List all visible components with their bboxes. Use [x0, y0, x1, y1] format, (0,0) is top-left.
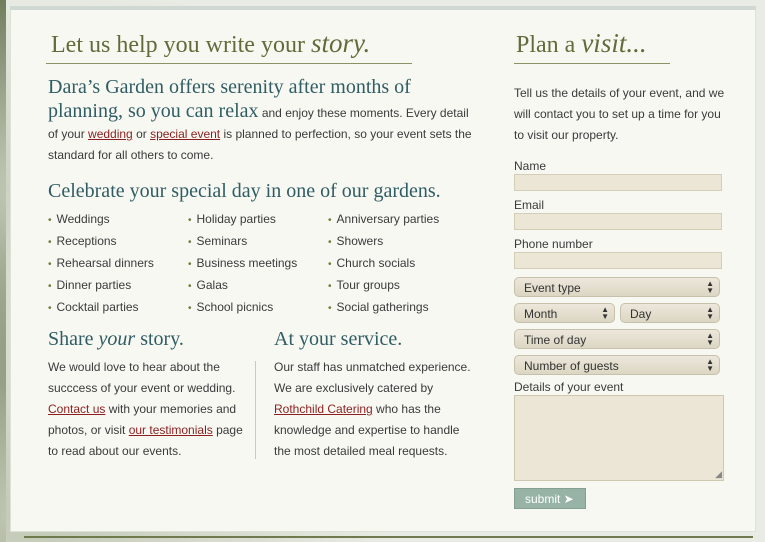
- phone-field[interactable]: [514, 252, 722, 269]
- plan-heading-rule: [514, 63, 670, 64]
- event-type-select[interactable]: Event type ▲ ▼: [514, 277, 720, 297]
- list-item: School picnics: [188, 297, 297, 319]
- select-arrows-icon: ▲ ▼: [706, 305, 714, 321]
- event-type-value: Event type: [524, 281, 581, 295]
- contact-us-link[interactable]: Contact us: [48, 402, 105, 416]
- celebrate-heading: Celebrate your special day in one of our…: [48, 180, 441, 202]
- day-value: Day: [630, 307, 652, 321]
- bottom-rule: [24, 536, 753, 538]
- wedding-link[interactable]: wedding: [88, 127, 133, 141]
- share-text: We would love to hear about the succcess…: [48, 360, 236, 395]
- guests-select[interactable]: Number of guests ▲ ▼: [514, 355, 720, 375]
- email-label: Email: [514, 198, 545, 212]
- share-heading: Share your story.: [48, 328, 184, 351]
- name-field[interactable]: [514, 174, 722, 191]
- testimonials-link[interactable]: our testimonials: [129, 423, 213, 437]
- list-item: Social gatherings: [328, 297, 439, 319]
- list-item: Church socials: [328, 253, 439, 275]
- story-heading-rule: [46, 63, 412, 64]
- service-paragraph: Our staff has unmatched experience. We a…: [274, 357, 479, 462]
- month-select[interactable]: Month ▲ ▼: [514, 303, 615, 323]
- list-item: Cocktail parties: [48, 297, 154, 319]
- month-value: Month: [524, 307, 558, 321]
- list-item: Business meetings: [188, 253, 298, 275]
- events-list-col2: Holiday parties Seminars Business meetin…: [188, 209, 298, 319]
- share-heading-text: Share: [48, 328, 99, 350]
- story-heading-script: story.: [310, 28, 371, 58]
- details-label: Details of your event: [514, 380, 624, 394]
- share-paragraph: We would love to hear about the succcess…: [48, 357, 248, 462]
- time-of-day-value: Time of day: [524, 333, 587, 347]
- catering-link[interactable]: Rothchild Catering: [274, 402, 373, 416]
- name-label: Name: [514, 159, 547, 173]
- details-textarea[interactable]: ◢: [514, 395, 724, 481]
- service-heading: At your service.: [274, 328, 403, 350]
- email-field[interactable]: [514, 213, 722, 230]
- story-heading-plain: Let us help you write your: [51, 32, 311, 58]
- intro-paragraph: Dara’s Garden offers serenity after mont…: [48, 76, 478, 166]
- list-item: Holiday parties: [188, 209, 297, 231]
- select-arrows-icon: ▲ ▼: [706, 331, 714, 347]
- events-list-col1: Weddings Receptions Rehearsal dinners Di…: [48, 209, 154, 319]
- list-item: Seminars: [188, 231, 297, 253]
- list-item: Showers: [328, 231, 439, 253]
- time-of-day-select[interactable]: Time of day ▲ ▼: [514, 329, 720, 349]
- select-arrows-icon: ▲ ▼: [706, 357, 714, 373]
- list-item: Galas: [188, 275, 297, 297]
- resize-grip-icon[interactable]: ◢: [715, 469, 722, 480]
- list-item: Dinner parties: [48, 275, 154, 297]
- select-arrows-icon: ▲ ▼: [601, 305, 609, 321]
- list-item: Tour groups: [328, 275, 439, 297]
- service-text: Our staff has unmatched experience. We a…: [274, 360, 471, 395]
- story-heading: Let us help you write your story.: [51, 28, 370, 59]
- list-item: Receptions: [48, 231, 154, 253]
- share-heading-italic: your: [98, 328, 136, 350]
- plan-heading-plain: Plan a: [516, 32, 582, 58]
- day-select[interactable]: Day ▲ ▼: [620, 303, 720, 323]
- column-divider: [255, 361, 256, 459]
- submit-button[interactable]: submit ➤: [514, 488, 586, 509]
- plan-heading-script: visit...: [581, 28, 647, 58]
- select-arrows-icon: ▲ ▼: [706, 279, 714, 295]
- events-list-col3: Anniversary parties Showers Church socia…: [328, 209, 440, 319]
- plan-visit-heading: Plan a visit...: [516, 28, 647, 59]
- intro-text: or: [132, 127, 151, 141]
- list-item: Rehearsal dinners: [48, 253, 154, 275]
- special-event-link[interactable]: special event: [150, 127, 220, 141]
- share-heading-text: story.: [135, 328, 184, 350]
- list-item: Weddings: [48, 209, 154, 231]
- phone-label: Phone number: [514, 237, 593, 251]
- guests-value: Number of guests: [524, 359, 619, 373]
- plan-intro: Tell us the details of your event, and w…: [514, 86, 725, 142]
- list-item: Anniversary parties: [328, 209, 440, 231]
